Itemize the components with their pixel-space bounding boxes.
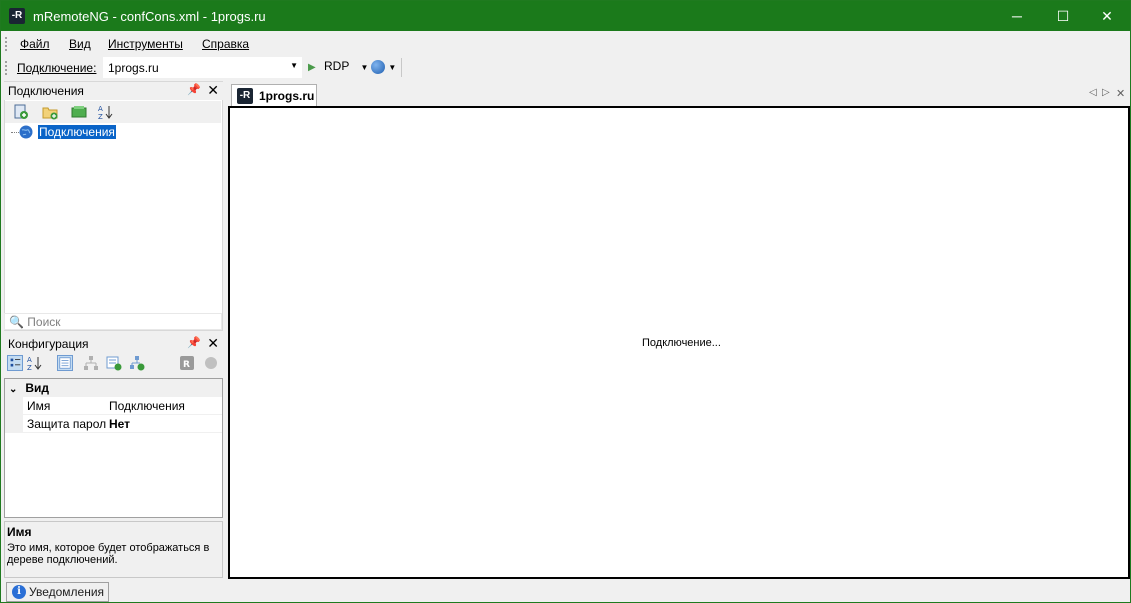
menu-help[interactable]: Справка xyxy=(202,37,249,51)
menu-tools-label: Инструменты xyxy=(108,37,183,51)
sort-az-icon[interactable]: AZ xyxy=(98,104,114,120)
window-title: mRemoteNG - confCons.xml - 1progs.ru xyxy=(33,9,266,24)
tab-scroll-right-icon[interactable]: ▷ xyxy=(1102,87,1110,98)
globe-dropdown-icon[interactable]: ▼ xyxy=(388,63,396,72)
default-inheritance-icon[interactable] xyxy=(129,355,145,371)
status-dot-icon[interactable] xyxy=(203,355,219,371)
connection-combobox[interactable]: 1progs.ru ▼ xyxy=(103,57,302,78)
pin-icon[interactable]: 📌 xyxy=(187,83,201,96)
title-bar[interactable]: -R mRemoteNG - confCons.xml - 1progs.ru … xyxy=(1,1,1130,31)
toolbar-separator xyxy=(401,58,402,77)
connecting-message: Подключение... xyxy=(642,337,721,349)
collapse-icon[interactable]: ⌄ xyxy=(9,384,17,395)
property-help: Имя Это имя, которое будет отображаться … xyxy=(4,521,223,578)
globe-icon xyxy=(371,59,385,74)
tab-scroll-left-icon[interactable]: ◁ xyxy=(1089,87,1097,98)
search-icon: 🔍 xyxy=(9,315,24,329)
maximize-button[interactable]: ☐ xyxy=(1040,1,1086,31)
help-text: Это имя, которое будет отображаться в де… xyxy=(7,542,210,566)
tab-label: 1progs.ru xyxy=(259,89,315,103)
svg-text:A: A xyxy=(98,105,103,113)
close-button[interactable]: ✕ xyxy=(1084,1,1130,31)
protocol-button[interactable]: ▶ RDP ▼ xyxy=(308,59,368,77)
property-grid: ⌄ Вид Имя Подключения Защита пароле Нет xyxy=(4,378,223,518)
app-icon: -R xyxy=(237,88,253,104)
property-value[interactable]: Нет xyxy=(107,415,222,433)
protocol-label: RDP xyxy=(324,59,350,73)
svg-text:Z: Z xyxy=(98,113,103,120)
close-icon[interactable]: ✕ xyxy=(207,335,219,352)
main-window: -R mRemoteNG - confCons.xml - 1progs.ru … xyxy=(0,0,1131,603)
property-name: Имя xyxy=(5,397,106,415)
property-row[interactable]: Защита пароле Нет xyxy=(5,415,222,433)
category-row[interactable]: ⌄ Вид xyxy=(5,379,222,397)
properties-icon[interactable] xyxy=(57,355,73,371)
connection-value: 1progs.ru xyxy=(108,61,159,75)
menu-tools[interactable]: Инструменты xyxy=(108,37,183,51)
menu-view-label: Вид xyxy=(69,37,91,51)
tab-close-icon[interactable]: ✕ xyxy=(1116,87,1125,100)
category-label: Вид xyxy=(25,381,50,395)
connection-view[interactable]: Подключение... xyxy=(228,106,1130,579)
svg-text:A: A xyxy=(27,356,32,364)
svg-text:R: R xyxy=(183,360,190,370)
config-header: Конфигурация 📌 ✕ xyxy=(4,335,223,353)
sort-az-icon[interactable]: AZ xyxy=(27,355,43,371)
menu-file[interactable]: Файл xyxy=(20,37,50,51)
categorized-icon[interactable] xyxy=(7,355,23,371)
document-tab[interactable]: -R 1progs.ru xyxy=(231,84,317,106)
help-title: Имя xyxy=(7,525,32,539)
close-icon[interactable]: ✕ xyxy=(207,82,219,99)
connections-tree: Подключения xyxy=(5,123,221,313)
tree-root-node[interactable]: Подключения xyxy=(38,125,116,139)
toolbar-grip[interactable] xyxy=(5,61,8,75)
globe-icon xyxy=(19,125,33,139)
menu-bar: Файл Вид Инструменты Справка xyxy=(1,32,1130,55)
new-folder-icon[interactable] xyxy=(42,104,58,120)
minimize-button[interactable]: ─ xyxy=(994,1,1040,31)
info-icon: i xyxy=(12,585,26,599)
view-icon[interactable] xyxy=(71,104,87,120)
connect-arrow-icon: ▶ xyxy=(308,62,316,73)
host-status-icon[interactable]: R xyxy=(179,355,195,371)
menu-view[interactable]: Вид xyxy=(69,37,91,51)
connections-header: Подключения 📌 ✕ xyxy=(4,82,223,100)
notifications-label: Уведомления xyxy=(29,585,105,599)
app-icon: -R xyxy=(9,8,25,24)
search-input[interactable]: 🔍 Поиск xyxy=(4,313,222,330)
inheritance-icon[interactable] xyxy=(83,355,99,371)
external-tools-button[interactable]: ▼ xyxy=(371,59,401,77)
config-title: Конфигурация xyxy=(8,337,89,351)
menu-file-label: Файл xyxy=(20,37,50,51)
property-row[interactable]: Имя Подключения xyxy=(5,397,222,415)
connection-label: Подключение: xyxy=(17,61,97,75)
connections-title: Подключения xyxy=(8,84,84,98)
default-properties-icon[interactable] xyxy=(106,355,122,371)
menu-grip[interactable] xyxy=(5,37,8,51)
quick-connect-toolbar: Подключение: 1progs.ru ▼ ▶ RDP ▼ ▼ xyxy=(1,55,1130,80)
search-placeholder: Поиск xyxy=(27,315,61,329)
combo-arrow-icon[interactable]: ▼ xyxy=(290,61,298,70)
new-connection-icon[interactable] xyxy=(13,104,29,120)
menu-help-label: Справка xyxy=(202,37,250,51)
protocol-dropdown-icon[interactable]: ▼ xyxy=(360,63,368,72)
svg-text:Z: Z xyxy=(27,364,32,371)
notifications-tab[interactable]: i Уведомления xyxy=(6,582,109,602)
property-name: Защита пароле xyxy=(5,415,106,433)
connections-toolbar: AZ xyxy=(5,101,221,123)
property-value[interactable]: Подключения xyxy=(107,397,222,415)
config-toolbar: AZ R xyxy=(5,352,221,376)
pin-icon[interactable]: 📌 xyxy=(187,336,201,349)
